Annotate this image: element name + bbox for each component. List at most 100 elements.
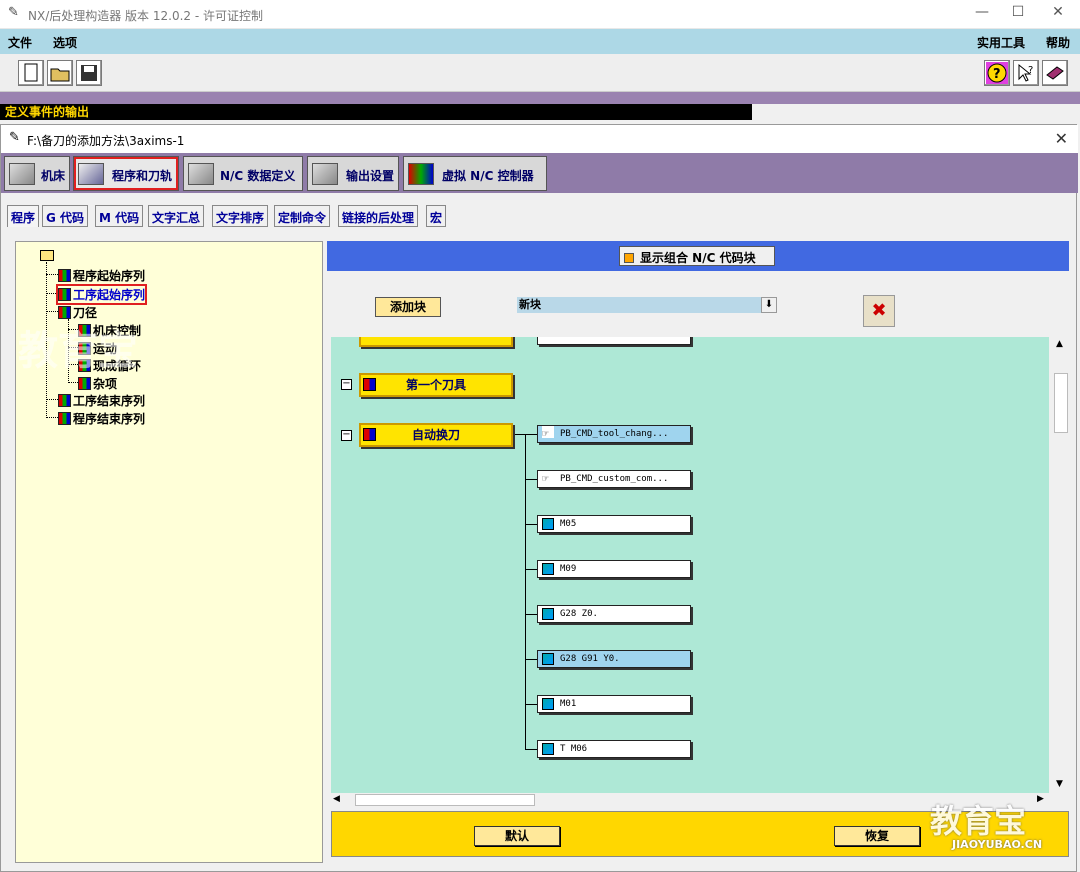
watermark: 教育宝 xyxy=(18,328,138,374)
menu-options[interactable]: 选项 xyxy=(53,34,77,51)
controller-icon xyxy=(408,163,434,185)
app-icon: ✎ xyxy=(8,5,19,20)
block-cut-off[interactable] xyxy=(537,337,691,345)
block-m09[interactable]: M09 xyxy=(537,560,691,578)
restore-button[interactable]: 恢复 xyxy=(834,826,920,846)
toolbar: ? ? xyxy=(0,54,1080,92)
block-icon xyxy=(542,743,554,755)
scroll-right-icon[interactable]: ▶ xyxy=(1037,794,1044,804)
event-cut-off[interactable] xyxy=(359,337,513,347)
block-m05[interactable]: M05 xyxy=(537,515,691,533)
manual-book-icon[interactable] xyxy=(1042,60,1068,86)
panel-header: 显示组合 N/C 代码块 xyxy=(327,241,1069,271)
cube-icon xyxy=(58,269,71,282)
scroll-down-icon[interactable]: ▼ xyxy=(1056,779,1063,789)
help-question-icon[interactable]: ? xyxy=(984,60,1010,86)
block-pb-cmd-custom[interactable]: ☞ PB_CMD_custom_com... xyxy=(537,470,691,488)
tree-item[interactable]: 工序结束序列 xyxy=(58,392,145,409)
tree-item-selected[interactable]: 工序起始序列 xyxy=(55,284,148,305)
tab-nc-data[interactable]: N/C 数据定义 xyxy=(183,156,303,191)
save-icon[interactable] xyxy=(76,60,102,86)
show-combined-checkbox[interactable]: 显示组合 N/C 代码块 xyxy=(619,246,775,266)
minimize-button[interactable]: — xyxy=(962,4,1002,24)
event-panel: 显示组合 N/C 代码块 添加块 新块 ⬇ ✖ − 第一个刀具 − 自动换刀 ☞… xyxy=(327,241,1069,863)
svg-text:?: ? xyxy=(993,67,1001,82)
svg-text:?: ? xyxy=(1028,65,1033,76)
tab-machine[interactable]: 机床 xyxy=(4,156,70,191)
post-window: ✎ F:\备刀的添加方法\3axims-1 ✕ 机床 程序和刀轨 N/C 数据定… xyxy=(0,124,1078,872)
menu-help[interactable]: 帮助 xyxy=(1046,34,1070,51)
cube-icon xyxy=(58,412,71,425)
dropdown-arrow-icon[interactable]: ⬇ xyxy=(761,297,777,313)
add-block-button[interactable]: 添加块 xyxy=(375,297,441,317)
status-bar: 定义事件的输出 xyxy=(0,104,752,120)
block-icon xyxy=(542,563,554,575)
title-bar: ✎ NX/后处理构造器 版本 12.0.2 - 许可证控制 — ☐ ✕ xyxy=(0,0,1080,29)
printer-icon xyxy=(312,163,338,185)
subtab-m-code[interactable]: M 代码 xyxy=(95,205,144,227)
menu-bar: 文件 选项 实用工具 帮助 xyxy=(0,29,1080,54)
block-pb-cmd-tool-change[interactable]: ☞ PB_CMD_tool_chang... xyxy=(537,425,691,443)
tree-item[interactable]: 程序起始序列 xyxy=(58,267,145,284)
watermark-corner: 教育宝 xyxy=(930,802,1027,840)
context-help-icon[interactable]: ? xyxy=(1013,60,1039,86)
scroll-thumb[interactable] xyxy=(1054,373,1068,433)
collapse-icon[interactable]: − xyxy=(341,379,352,390)
feather-icon: ✎ xyxy=(9,130,20,145)
default-button[interactable]: 默认 xyxy=(474,826,560,846)
separator-band xyxy=(0,92,1080,104)
subtab-g-code[interactable]: G 代码 xyxy=(42,205,89,227)
vertical-scrollbar[interactable]: ▲ ▼ xyxy=(1053,337,1069,793)
toolpath-icon xyxy=(78,163,104,185)
block-icon xyxy=(542,608,554,620)
subtab-custom-command[interactable]: 定制命令 xyxy=(274,205,331,227)
subtab-macro[interactable]: 宏 xyxy=(426,205,447,227)
block-g28-z0[interactable]: G28 Z0. xyxy=(537,605,691,623)
watermark-url: JIAOYUBAO.CN xyxy=(952,838,1043,851)
tree-item[interactable]: 程序结束序列 xyxy=(58,410,145,427)
block-g28-g91-y0[interactable]: G28 G91 Y0. xyxy=(537,650,691,668)
cube-icon xyxy=(78,377,91,390)
new-block-select[interactable]: 新块 xyxy=(517,297,761,313)
event-auto-tool-change[interactable]: 自动换刀 xyxy=(359,423,513,447)
subtab-word-sequence[interactable]: 文字排序 xyxy=(212,205,269,227)
sequence-canvas: − 第一个刀具 − 自动换刀 ☞ PB_CMD_tool_chang... ☞ PB… xyxy=(331,337,1049,793)
folder-icon[interactable] xyxy=(40,250,54,261)
hscroll-thumb[interactable] xyxy=(355,794,535,806)
block-icon xyxy=(542,653,554,665)
inner-title: F:\备刀的添加方法\3axims-1 xyxy=(27,134,185,148)
sub-tabs: 程序 G 代码 M 代码 文字汇总 文字排序 定制命令 链接的后处理 宏 xyxy=(1,201,1078,229)
tab-output-settings[interactable]: 输出设置 xyxy=(307,156,399,191)
menu-utilities[interactable]: 实用工具 xyxy=(977,34,1025,51)
event-icon xyxy=(363,428,376,441)
block-t-m06[interactable]: T M06 xyxy=(537,740,691,758)
maximize-button[interactable]: ☐ xyxy=(998,4,1038,24)
close-button[interactable]: ✕ xyxy=(1038,4,1078,24)
subtab-program[interactable]: 程序 xyxy=(7,205,40,227)
block-m01[interactable]: M01 xyxy=(537,695,691,713)
nc-data-icon xyxy=(188,163,214,185)
block-icon xyxy=(542,698,554,710)
scroll-up-icon[interactable]: ▲ xyxy=(1056,339,1063,349)
command-hand-icon: ☞ xyxy=(542,471,554,485)
tab-virtual-nc[interactable]: 虚拟 N/C 控制器 xyxy=(403,156,547,191)
menu-file[interactable]: 文件 xyxy=(8,34,32,51)
cube-icon xyxy=(58,394,71,407)
tab-program-toolpath[interactable]: 程序和刀轨 xyxy=(73,156,179,191)
collapse-icon[interactable]: − xyxy=(341,430,352,441)
window-title: NX/后处理构造器 版本 12.0.2 - 许可证控制 xyxy=(28,9,263,23)
new-file-icon[interactable] xyxy=(18,60,44,86)
subtab-linked-post[interactable]: 链接的后处理 xyxy=(338,205,419,227)
main-tabs: 机床 程序和刀轨 N/C 数据定义 输出设置 虚拟 N/C 控制器 xyxy=(1,153,1078,193)
scroll-left-icon[interactable]: ◀ xyxy=(333,794,340,804)
event-first-tool[interactable]: 第一个刀具 xyxy=(359,373,513,397)
tree-item[interactable]: 杂项 xyxy=(78,375,117,392)
checkbox-icon xyxy=(624,253,634,263)
trash-icon[interactable]: ✖ xyxy=(863,295,895,327)
command-hand-icon: ☞ xyxy=(542,426,554,440)
inner-close-button[interactable]: ✕ xyxy=(1055,129,1068,148)
block-icon xyxy=(542,518,554,530)
subtab-word-summary[interactable]: 文字汇总 xyxy=(148,205,205,227)
event-icon xyxy=(363,378,376,391)
open-folder-icon[interactable] xyxy=(47,60,73,86)
